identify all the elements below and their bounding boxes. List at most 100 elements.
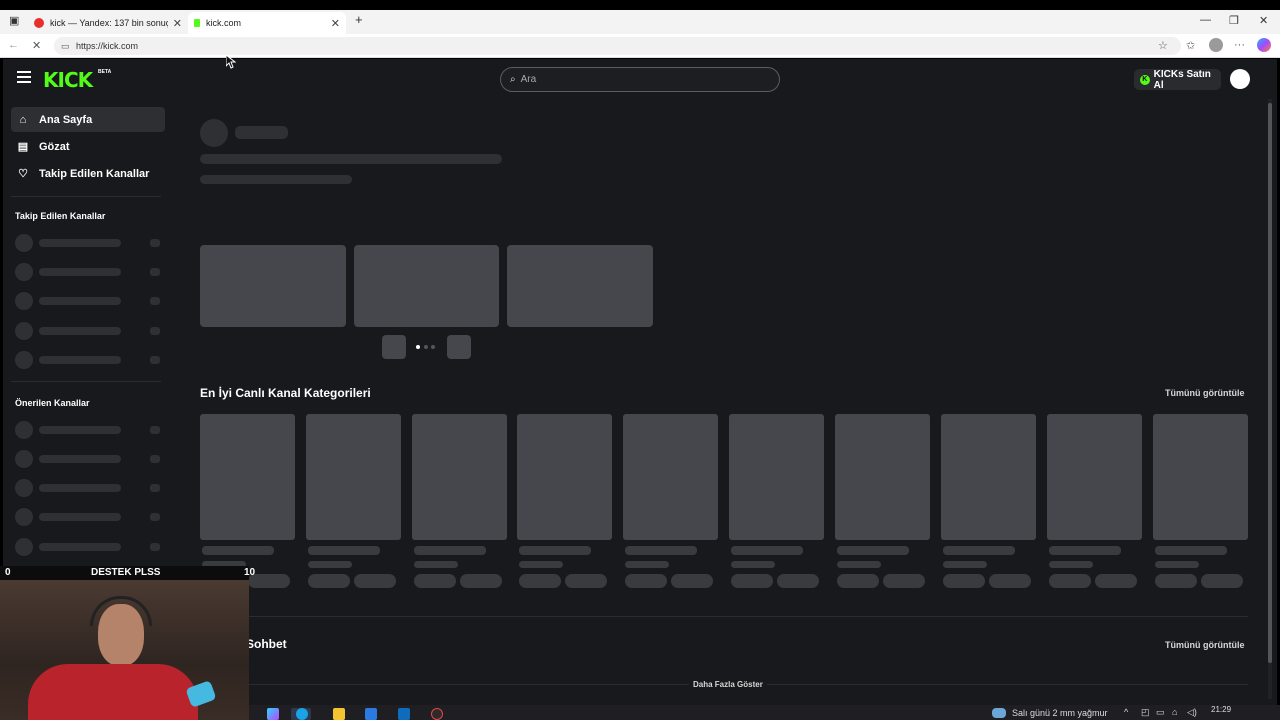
- show-more-button[interactable]: Daha Fazla Göster: [689, 680, 767, 689]
- tab-actions-icon[interactable]: ▣: [9, 14, 19, 27]
- category-card-skeleton: [412, 414, 507, 594]
- carousel-prev-button[interactable]: [382, 335, 406, 359]
- sidebar-item-label: Gözat: [39, 140, 70, 153]
- site-header: KICK BETA ⌕ Ara K KICKs Satın Al: [3, 59, 1277, 99]
- carousel-next-button[interactable]: [447, 335, 471, 359]
- skeleton-channel-row: [15, 479, 165, 497]
- skeleton-pill: [519, 574, 561, 588]
- kick-logo[interactable]: KICK: [43, 68, 93, 92]
- network-icon[interactable]: ⌂: [1172, 707, 1177, 717]
- chat-see-all-link[interactable]: Tümünü görüntüle: [1165, 640, 1244, 650]
- volume-icon[interactable]: ◁): [1187, 707, 1197, 718]
- skeleton-pill: [414, 574, 456, 588]
- skeleton-line: [200, 154, 502, 164]
- skeleton-pill: [1049, 574, 1091, 588]
- category-thumbnail-skeleton: [623, 414, 718, 540]
- category-card-skeleton: [517, 414, 612, 594]
- category-card-skeleton: [1047, 414, 1142, 594]
- user-avatar[interactable]: [1230, 69, 1250, 89]
- category-card-skeleton: [1153, 414, 1248, 594]
- maximize-icon[interactable]: ❐: [1229, 14, 1239, 27]
- mouse-cursor-icon: [226, 55, 236, 69]
- skeleton-pill: [625, 574, 667, 588]
- skeleton-line: [625, 561, 669, 568]
- store-icon[interactable]: [365, 708, 377, 720]
- skeleton-pill: [731, 574, 773, 588]
- category-thumbnail-skeleton: [200, 414, 295, 540]
- favorites-icon[interactable]: ✩: [1186, 39, 1195, 52]
- webcam-overlay: [0, 566, 249, 720]
- carousel-dot[interactable]: [424, 345, 428, 349]
- skeleton-channel-row: [15, 538, 165, 556]
- skeleton-line: [308, 561, 352, 568]
- site-info-icon[interactable]: ▭: [61, 41, 70, 52]
- copilot-taskbar-icon[interactable]: [267, 708, 279, 720]
- sidebar-item-following[interactable]: ♡ Takip Edilen Kanallar: [11, 161, 165, 186]
- skeleton-line: [943, 561, 987, 568]
- carousel-dot-active[interactable]: [416, 345, 420, 349]
- sidebar-item-home[interactable]: ⌂ Ana Sayfa: [11, 107, 165, 132]
- skeleton-line: [519, 561, 563, 568]
- sidebar-item-browse[interactable]: ▤ Gözat: [11, 134, 165, 159]
- skeleton-pill: [777, 574, 819, 588]
- skeleton-channel-row: [15, 450, 165, 468]
- copilot-icon[interactable]: [1257, 38, 1271, 52]
- favorite-star-icon[interactable]: ☆: [1158, 39, 1168, 52]
- url-field[interactable]: ▭ https://kick.com: [54, 37, 1181, 55]
- tray-app-icon[interactable]: ◰: [1141, 707, 1150, 718]
- weather-text[interactable]: Salı günü 2 mm yağmur: [1012, 708, 1108, 718]
- window-close-icon[interactable]: ✕: [1259, 14, 1268, 27]
- tab-title: kick — Yandex: 137 bin sonuç bu: [50, 18, 168, 28]
- minimize-icon[interactable]: —: [1200, 14, 1211, 26]
- kick-favicon-icon: [194, 19, 200, 27]
- outlook-icon[interactable]: [398, 708, 410, 720]
- skeleton-channel-row: [15, 351, 165, 369]
- skeleton-channel-row: [15, 234, 165, 252]
- file-explorer-icon[interactable]: [333, 708, 345, 720]
- new-tab-icon[interactable]: +: [355, 12, 363, 27]
- featured-card-skeleton: [200, 245, 346, 327]
- stop-loading-icon[interactable]: ✕: [32, 39, 41, 52]
- buy-kicks-label: KICKs Satın Al: [1153, 68, 1211, 91]
- categories-see-all-link[interactable]: Tümünü görüntüle: [1165, 388, 1244, 398]
- weather-icon[interactable]: [992, 708, 1006, 718]
- buy-kicks-button[interactable]: K KICKs Satın Al: [1134, 68, 1221, 91]
- skeleton-pill: [943, 574, 985, 588]
- skeleton-line: [837, 561, 881, 568]
- skeleton-line: [308, 546, 380, 555]
- skeleton-line: [235, 126, 288, 139]
- skeleton-line: [625, 546, 697, 555]
- category-thumbnail-skeleton: [941, 414, 1036, 540]
- clock[interactable]: 21:29: [1211, 705, 1231, 714]
- browser-tab-bar: ▣ kick — Yandex: 137 bin sonuç bu ✕ kick…: [0, 10, 1280, 34]
- skeleton-line: [200, 175, 352, 184]
- carousel-dot[interactable]: [431, 345, 435, 349]
- back-icon[interactable]: ←: [8, 39, 19, 51]
- search-icon: ⌕: [510, 74, 516, 85]
- skeleton-channel-row: [15, 263, 165, 281]
- search-input[interactable]: ⌕ Ara: [500, 67, 780, 92]
- keyboard-icon[interactable]: ▭: [1156, 707, 1165, 718]
- profile-icon[interactable]: [1209, 38, 1223, 52]
- tray-chevron-icon[interactable]: ^: [1124, 707, 1128, 717]
- kicks-coin-icon: K: [1140, 74, 1150, 85]
- category-thumbnail-skeleton: [412, 414, 507, 540]
- skeleton-channel-row: [15, 508, 165, 526]
- skeleton-line: [1049, 561, 1093, 568]
- recorder-icon[interactable]: [431, 708, 443, 720]
- tab-yandex[interactable]: kick — Yandex: 137 bin sonuç bu ✕: [28, 12, 188, 34]
- skeleton-pill: [1095, 574, 1137, 588]
- close-tab-icon[interactable]: ✕: [173, 17, 182, 30]
- more-icon[interactable]: ···: [1234, 39, 1245, 51]
- featured-card-skeleton: [354, 245, 499, 327]
- menu-icon[interactable]: [17, 71, 31, 83]
- chat-section-title: Sohbet: [246, 637, 287, 651]
- edge-icon[interactable]: [296, 708, 308, 720]
- category-thumbnail-skeleton: [729, 414, 824, 540]
- scrollbar-thumb[interactable]: [1268, 103, 1272, 663]
- sidebar-item-label: Ana Sayfa: [39, 113, 93, 126]
- category-card-skeleton: [835, 414, 930, 594]
- close-tab-icon[interactable]: ✕: [331, 17, 340, 30]
- goal-text: DESTEK PLSS: [91, 567, 161, 578]
- tab-kick[interactable]: kick.com ✕: [188, 12, 346, 34]
